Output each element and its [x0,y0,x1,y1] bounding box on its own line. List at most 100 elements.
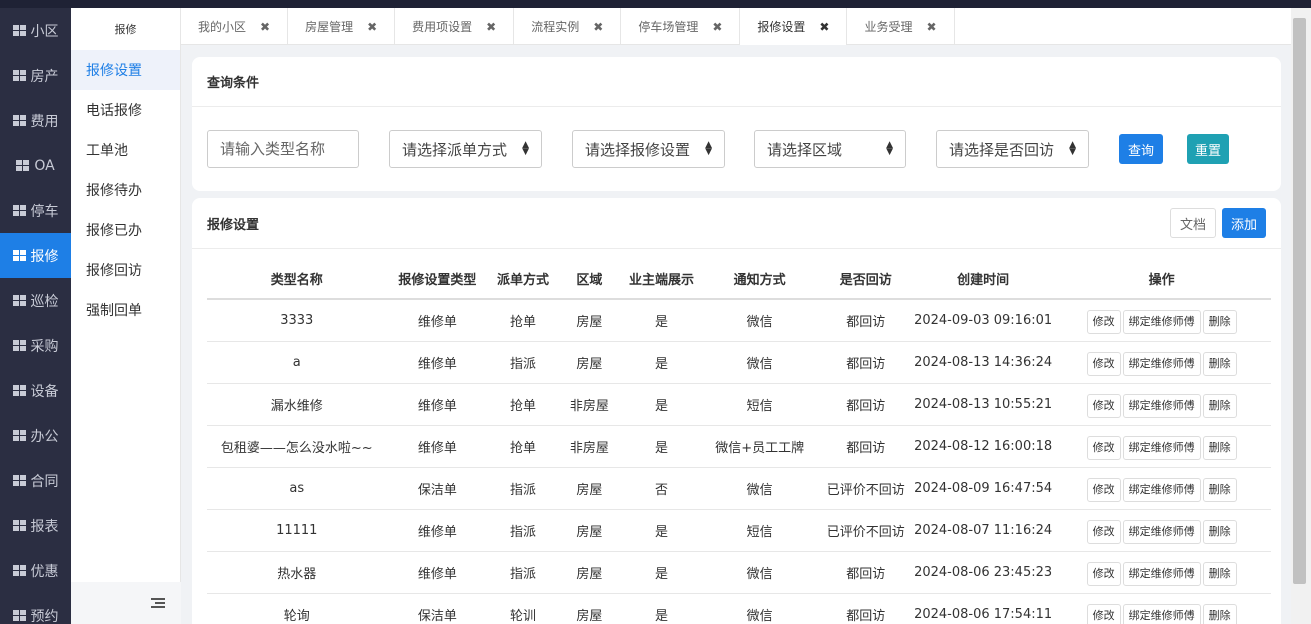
close-icon[interactable]: ✖ [712,20,722,34]
tab-0[interactable]: 我的小区 ✖ [181,8,289,45]
sidebar-item-9[interactable]: 办公 [0,413,71,458]
bind-technician-button[interactable]: 绑定维修师傅 [1122,310,1201,335]
column-header: 派单方式 [488,259,558,300]
subnav-item-6[interactable]: 强制回单 [71,290,180,330]
sidebar-item-0[interactable]: 小区 [0,8,71,53]
sidebar-item-6[interactable]: 巡检 [0,278,71,323]
delete-button[interactable]: 删除 [1202,436,1237,460]
tab-6[interactable]: 业务受理 ✖ [847,8,955,45]
close-icon[interactable]: ✖ [367,20,377,34]
sidebar-item-8[interactable]: 设备 [0,368,71,413]
edit-button[interactable]: 修改 [1086,604,1121,624]
column-header: 类型名称 [207,259,387,300]
sidebar-item-4[interactable]: 停车 [0,188,71,233]
bind-technician-button[interactable]: 绑定维修师傅 [1122,352,1201,376]
table-header-row: 类型名称 报修设置类型 派单方式 区域 业主端展示 通知方式 是否回访 创建时间 操作 [207,259,1271,300]
repair-settings-card: 报修设置 文档 添加 类型名称 报修设置类型 派单方式 区域 业主端展示 通知方式 是否回访… [192,198,1281,624]
sidebar-item-7[interactable]: 采购 [0,323,71,368]
table-cell: 房屋 [557,299,622,342]
edit-button[interactable]: 修改 [1086,436,1121,460]
edit-button[interactable]: 修改 [1086,352,1121,376]
dispatch-method-select-value: 请选择派单方式 [402,140,508,159]
table-cell: 非房屋 [557,425,622,468]
table-cell: 抢单 [488,383,558,426]
revisit-select[interactable]: 请选择是否回访 ▲ ▼ [936,130,1089,168]
tab-5[interactable]: 报修设置 ✖ [740,8,848,45]
page-scrollbar[interactable] [1291,8,1311,624]
column-header: 是否回访 [817,259,915,300]
tab-2[interactable]: 费用项设置 ✖ [395,8,515,45]
bind-technician-button[interactable]: 绑定维修师傅 [1122,562,1201,586]
edit-button[interactable]: 修改 [1086,394,1121,418]
sidebar-item-12[interactable]: 优惠 [0,548,71,593]
tab-3[interactable]: 流程实例 ✖ [514,8,622,45]
reset-button[interactable]: 重置 [1187,134,1230,164]
delete-button[interactable]: 删除 [1202,604,1237,624]
bind-technician-button[interactable]: 绑定维修师傅 [1122,604,1201,624]
close-icon[interactable]: ✖ [593,20,603,34]
subnav-item-5[interactable]: 报修回访 [71,250,180,290]
delete-button[interactable]: 删除 [1202,310,1237,335]
sidebar-item-1[interactable]: 房产 [0,53,71,98]
sidebar-item-13[interactable]: 预约 [0,593,71,624]
delete-button[interactable]: 删除 [1202,520,1237,544]
subnav-item-2[interactable]: 工单池 [71,130,180,170]
list-actions: 文档 添加 [1169,208,1266,238]
close-icon[interactable]: ✖ [926,20,936,34]
subnav-item-3[interactable]: 报修待办 [71,170,180,210]
close-icon[interactable]: ✖ [486,20,496,34]
table-cell: 微信 [701,593,818,624]
query-button[interactable]: 查询 [1119,134,1164,164]
scrollbar-thumb[interactable] [1293,18,1306,584]
bind-technician-button[interactable]: 绑定维修师傅 [1122,394,1201,418]
sidebar-item-label: 优惠 [30,563,59,580]
revisit-select-value: 请选择是否回访 [949,140,1055,159]
subnav-item-4[interactable]: 报修已办 [71,210,180,250]
edit-button[interactable]: 修改 [1086,520,1121,544]
sidebar-item-label: 合同 [30,473,59,490]
edit-button[interactable]: 修改 [1086,478,1121,502]
sidebar-item-5[interactable]: 报修 [0,233,71,278]
bind-technician-button[interactable]: 绑定维修师傅 [1122,478,1201,502]
top-bar [0,0,1311,8]
repair-setting-select[interactable]: 请选择报修设置 ▲ ▼ [572,130,725,168]
tab-1[interactable]: 房屋管理 ✖ [288,8,396,45]
close-icon[interactable]: ✖ [260,20,270,34]
bind-technician-button[interactable]: 绑定维修师傅 [1122,436,1201,460]
delete-button[interactable]: 删除 [1202,394,1237,418]
sidebar-item-11[interactable]: 报表 [0,503,71,548]
sidebar-item-label: 小区 [30,23,59,40]
delete-button[interactable]: 删除 [1202,352,1237,376]
actions-cell: 修改 绑定维修师傅 删除 [1052,425,1271,468]
table-cell: 保洁单 [386,593,489,624]
table-cell: 热水器 [207,551,387,594]
sidebar-item-2[interactable]: 费用 [0,98,71,143]
doc-button[interactable]: 文档 [1169,208,1216,238]
dispatch-method-select[interactable]: 请选择派单方式 ▲ ▼ [389,130,542,168]
area-select[interactable]: 请选择区域 ▲ ▼ [754,130,906,168]
edit-button[interactable]: 修改 [1086,562,1121,586]
add-button[interactable]: 添加 [1221,208,1266,238]
select-arrows-icon: ▲ ▼ [705,140,712,157]
edit-button[interactable]: 修改 [1086,310,1121,335]
bind-technician-button[interactable]: 绑定维修师傅 [1122,520,1201,544]
table-cell: 2024-08-06 23:45:23 [914,551,1053,594]
table-row: a 维修单 指派 房屋是微信 都回访 2024-08-13 14:36:24 修改 绑定维修师… [207,341,1271,384]
subnav-item-0[interactable]: 报修设置 [71,50,180,90]
tab-4[interactable]: 停车场管理 ✖ [621,8,741,45]
collapse-menu-icon[interactable] [151,598,165,608]
delete-button[interactable]: 删除 [1202,478,1237,502]
tab-label: 业务受理 [864,20,913,34]
table-cell: 微信+员工工牌 [701,425,818,468]
table-cell: 抢单 [488,425,558,468]
sidebar-item-3[interactable]: OA [0,143,71,188]
table-cell: 2024-08-13 10:55:21 [914,383,1053,426]
sidebar-item-10[interactable]: 合同 [0,458,71,503]
table-cell: 微信 [701,551,818,594]
subnav-item-1[interactable]: 电话报修 [71,90,180,130]
close-icon[interactable]: ✖ [819,20,829,34]
type-name-input[interactable] [207,130,359,168]
table-cell: 都回访 [817,383,915,426]
actions-cell: 修改 绑定维修师傅 删除 [1052,509,1271,552]
delete-button[interactable]: 删除 [1202,562,1237,586]
